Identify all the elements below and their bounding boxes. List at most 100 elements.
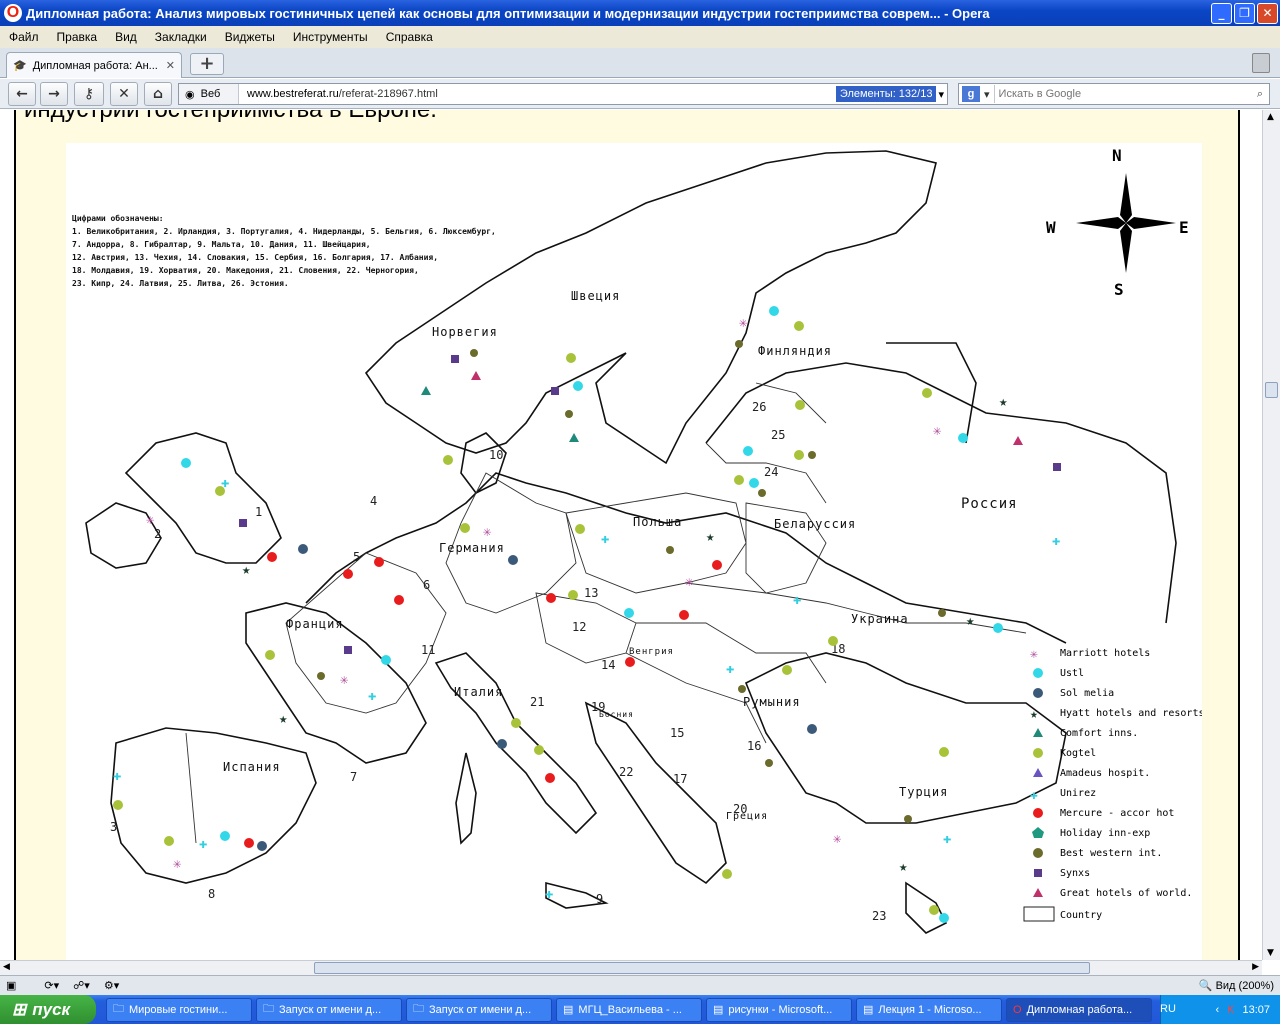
horizontal-scrollbar[interactable]: ◀ ▶ <box>0 960 1262 975</box>
menu-bookmarks[interactable]: Закладки <box>146 30 216 44</box>
settings-icon[interactable]: ⚙▾ <box>104 979 119 992</box>
forward-button[interactable]: → <box>40 82 68 106</box>
home-button[interactable]: ⌂ <box>144 82 172 106</box>
kogtel-marker <box>568 590 578 600</box>
legend-line-5: 23. Кипр, 24. Латвия, 25. Литва, 26. Эст… <box>72 279 289 288</box>
panel-toggle-icon[interactable]: ▣ <box>6 979 16 992</box>
mercure-marker <box>374 557 384 567</box>
mercure-marker <box>394 595 404 605</box>
menu-help[interactable]: Справка <box>377 30 442 44</box>
synxs-marker <box>551 387 559 395</box>
vertical-scroll-thumb[interactable] <box>1265 382 1278 398</box>
hyatt-marker: ★ <box>966 613 975 629</box>
vertical-scrollbar[interactable]: ▲ ▼ <box>1262 110 1280 960</box>
legend-marriott: ✳ Marriott hotels <box>1030 647 1150 662</box>
country-number: 16 <box>747 739 761 753</box>
minimize-button[interactable]: _ <box>1211 2 1232 24</box>
scroll-up-arrow-icon[interactable]: ▲ <box>1267 112 1274 122</box>
menu-widgets[interactable]: Виджеты <box>216 30 284 44</box>
system-tray: ‹ K 13:07 <box>1160 995 1280 1024</box>
back-button[interactable]: ← <box>8 82 36 106</box>
search-engine-dropdown-icon[interactable]: ▾ <box>984 88 990 101</box>
scroll-down-arrow-icon[interactable]: ▼ <box>1267 948 1274 958</box>
compass-w: W <box>1046 218 1056 237</box>
close-window-button[interactable]: ✕ <box>1257 2 1278 24</box>
address-bar[interactable]: ◉ Веб www.bestreferat.ru/referat-218967.… <box>178 83 948 105</box>
menu-edit[interactable]: Правка <box>48 30 107 44</box>
legend-comfort: Comfort inns. <box>1033 728 1138 739</box>
url-path: /referat-218967.html <box>338 88 438 100</box>
start-button[interactable]: ⊞ пуск <box>0 995 96 1024</box>
country-labels: Норвегия Швеция Финляндия Россия Беларус… <box>223 289 1017 822</box>
taskbar-item[interactable]: ▤ МГЦ_Васильева - ... <box>556 997 702 1022</box>
menu-file[interactable]: Файл <box>0 30 48 44</box>
ustl-marker <box>743 446 753 456</box>
sol-melia-marker <box>257 841 267 851</box>
trash-icon[interactable] <box>1252 53 1270 73</box>
elements-counter[interactable]: Элементы: 132/13 <box>835 86 937 102</box>
url-text[interactable]: www.bestreferat.ru/referat-218967.html <box>239 88 836 100</box>
legend-heading: Цифрами обозначены: <box>72 213 164 223</box>
taskbar-item[interactable]: ▤ рисунки - Microsoft... <box>706 997 852 1022</box>
taskbar-item[interactable]: ▤ Лекция 1 - Microso... <box>856 997 1002 1022</box>
menu-view[interactable]: Вид <box>106 30 146 44</box>
synxs-marker <box>239 519 247 527</box>
page-favicon-icon: 🎓 <box>13 60 27 72</box>
unirez-marker: ✚ <box>199 836 207 852</box>
sync-icon[interactable]: ⟳▾ <box>44 979 59 992</box>
zoom-label: Вид (200%) <box>1215 980 1274 992</box>
kogtel-marker <box>511 718 521 728</box>
new-tab-button[interactable]: + <box>190 53 224 75</box>
antivirus-icon[interactable]: K <box>1227 1004 1234 1016</box>
web-search-selector[interactable]: ◉ Веб <box>179 84 239 104</box>
horizontal-scroll-thumb[interactable] <box>314 962 1090 974</box>
taskbar-item[interactable]: 🗀 Запуск от имени д... <box>406 997 552 1022</box>
folder-icon: 🗀 <box>413 1003 424 1015</box>
mercure-marker <box>267 552 277 562</box>
zoom-level[interactable]: 🔍 Вид (200%) <box>1199 979 1274 992</box>
task-label: МГЦ_Васильева - ... <box>578 1003 682 1016</box>
menu-tools[interactable]: Инструменты <box>284 30 377 44</box>
hyatt-marker: ★ <box>999 394 1008 410</box>
key-icon[interactable]: ⚷ <box>74 82 104 106</box>
task-label: Лекция 1 - Microso... <box>878 1003 982 1016</box>
legend-mercure: Mercure - accor hot <box>1033 808 1174 819</box>
taskbar-item-active[interactable]: O Дипломная работа... <box>1006 997 1152 1022</box>
taskbar-item[interactable]: 🗀 Мировые гостини... <box>106 997 252 1022</box>
country-number: 22 <box>619 765 633 779</box>
globe-icon: ◉ <box>185 88 195 101</box>
kogtel-marker <box>443 455 453 465</box>
dropdown-arrow-icon[interactable]: ▾ <box>938 88 944 101</box>
search-input[interactable] <box>993 85 1257 103</box>
unite-icon[interactable]: ☍▾ <box>73 979 90 992</box>
unirez-marker: ✚ <box>113 768 121 784</box>
marriott-marker: ✳ <box>483 524 492 540</box>
taskbar-item[interactable]: 🗀 Запуск от имени д... <box>256 997 402 1022</box>
google-icon[interactable]: g <box>962 86 980 102</box>
scroll-left-arrow-icon[interactable]: ◀ <box>3 962 10 972</box>
country-number: 25 <box>771 428 785 442</box>
stop-button[interactable]: ✕ <box>110 82 138 106</box>
unirez-marker: ✚ <box>726 661 734 677</box>
language-indicator[interactable]: RU <box>1160 1003 1176 1015</box>
legend-label: Kogtel <box>1060 748 1096 759</box>
best-western-marker <box>317 672 325 680</box>
search-box[interactable]: g ▾ ⌕ <box>958 83 1270 105</box>
kogtel-marker <box>795 400 805 410</box>
ustl-marker <box>220 831 230 841</box>
search-magnifier-icon[interactable]: ⌕ <box>1257 88 1263 101</box>
mercure-marker <box>625 657 635 667</box>
unirez-marker: ✚ <box>368 688 376 704</box>
tab-current[interactable]: 🎓 Дипломная работа: Ан... ✕ <box>6 52 182 78</box>
legend-label: Holiday inn-exp <box>1060 828 1150 839</box>
close-tab-icon[interactable]: ✕ <box>166 59 175 72</box>
legend-label: Marriott hotels <box>1060 648 1150 659</box>
tray-arrow-icon[interactable]: ‹ <box>1215 1004 1219 1016</box>
windows-logo-icon: ⊞ <box>12 999 27 1019</box>
start-label: пуск <box>32 999 71 1019</box>
maximize-button[interactable]: ❐ <box>1234 2 1255 24</box>
page-heading: индустрии гостеприимства в Европе. <box>24 110 437 124</box>
scroll-right-arrow-icon[interactable]: ▶ <box>1252 962 1259 972</box>
web-label: Веб <box>200 88 221 100</box>
marriott-marker: ✳ <box>173 856 182 872</box>
